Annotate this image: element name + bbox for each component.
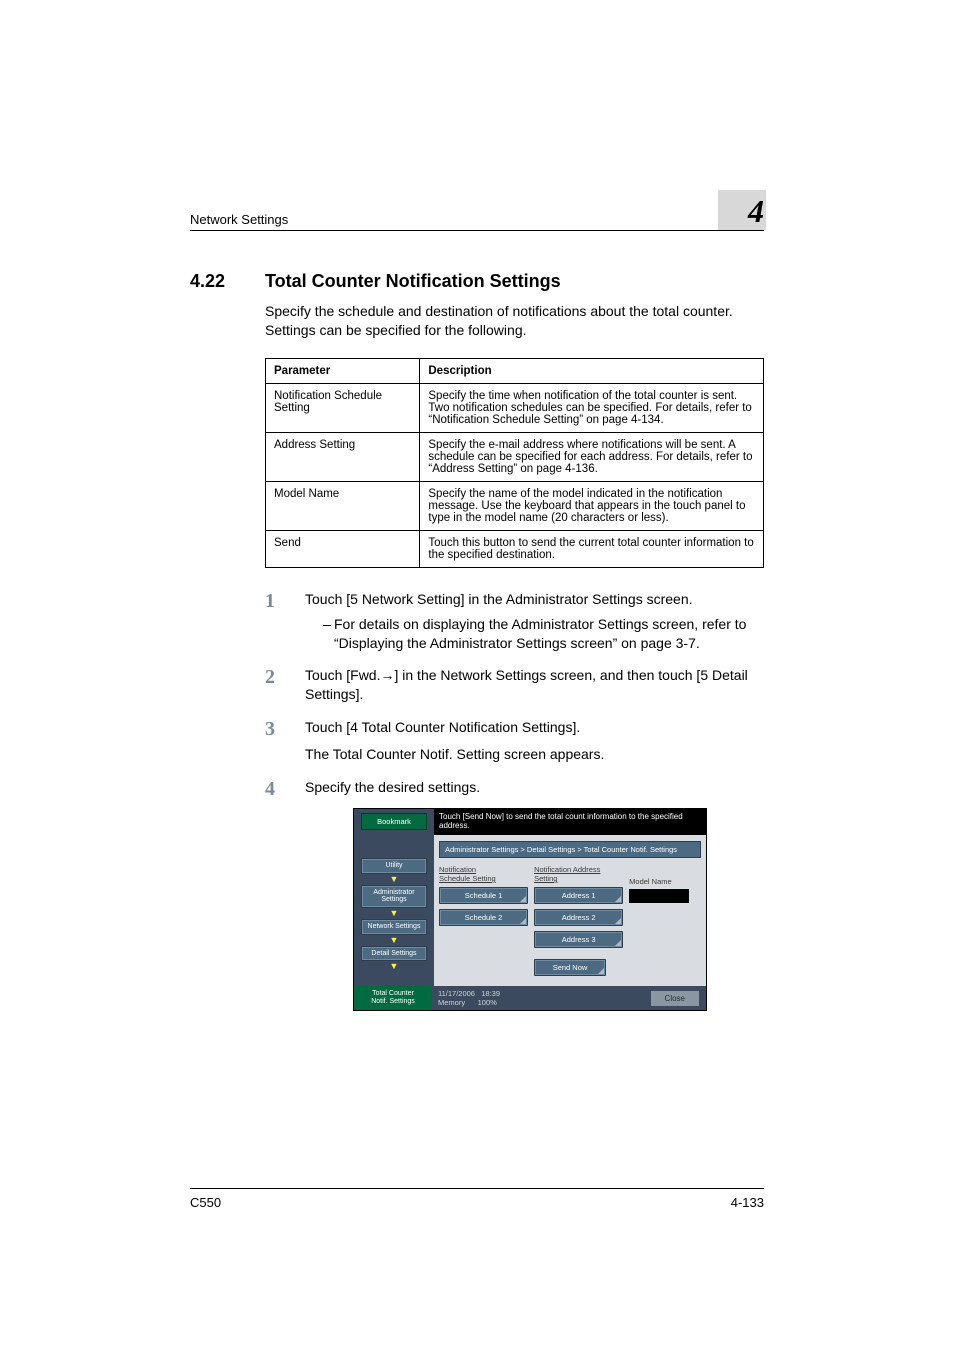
status-memory-label: Memory [438, 998, 465, 1007]
chapter-number-wrap: 4 [748, 195, 764, 227]
chevron-down-icon: ▼ [390, 936, 399, 945]
step-subtext: For details on displaying the Administra… [334, 615, 764, 653]
step-2: 2 Touch [Fwd.→] in the Network Settings … [265, 666, 764, 704]
footer-left: C550 [190, 1195, 221, 1210]
sidebar-item-detail-settings[interactable]: Detail Settings [361, 946, 427, 962]
address-3-button[interactable]: Address 3 [534, 931, 623, 948]
sidebar-item-utility[interactable]: Utility [361, 858, 427, 874]
table-row: SendTouch this button to send the curren… [266, 530, 764, 567]
sidebar: Bookmark Utility ▼ Administrator Setting… [354, 809, 434, 986]
sidebar-current-screen: Total Counter Notif. Settings [354, 986, 432, 1010]
step-result: The Total Counter Notif. Setting screen … [305, 745, 764, 764]
desc-cell: Specify the name of the model indicated … [420, 481, 764, 530]
footer-right: 4-133 [731, 1195, 764, 1210]
step-number: 1 [265, 590, 305, 653]
model-name-field[interactable] [629, 889, 689, 903]
schedule-1-button[interactable]: Schedule 1 [439, 887, 528, 904]
arrow-icon: → [380, 667, 394, 683]
step-subitem: – For details on displaying the Administ… [323, 615, 764, 653]
status-time: 18:39 [481, 989, 500, 998]
intro-paragraph: Specify the schedule and destination of … [265, 302, 764, 340]
table-row: Model NameSpecify the name of the model … [266, 481, 764, 530]
table-head-description: Description [420, 358, 764, 383]
address-1-button[interactable]: Address 1 [534, 887, 623, 904]
param-cell: Send [266, 530, 420, 567]
column-header-address: Notification AddressSetting [534, 865, 623, 883]
parameter-table: Parameter Description Notification Sched… [265, 358, 764, 568]
step-1: 1 Touch [5 Network Setting] in the Admin… [265, 590, 764, 653]
step-text-a: Touch [Fwd. [305, 667, 380, 683]
chapter-number: 4 [748, 195, 764, 227]
step-number: 4 [265, 778, 305, 800]
step-text: Specify the desired settings. [305, 778, 764, 800]
status-memory-value: 100% [478, 998, 497, 1007]
step-4: 4 Specify the desired settings. [265, 778, 764, 800]
step-number: 3 [265, 718, 305, 764]
step-text: Touch [5 Network Setting] in the Adminis… [305, 590, 764, 609]
desc-cell: Specify the e-mail address where notific… [420, 432, 764, 481]
desc-cell: Touch this button to send the current to… [420, 530, 764, 567]
schedule-2-button[interactable]: Schedule 2 [439, 909, 528, 926]
bookmark-button[interactable]: Bookmark [361, 813, 427, 830]
chevron-down-icon: ▼ [390, 875, 399, 884]
help-bar: Touch [Send Now] to send the total count… [434, 809, 706, 835]
close-button[interactable]: Close [650, 990, 700, 1007]
heading-number: 4.22 [190, 271, 265, 1011]
heading-title: Total Counter Notification Settings [265, 271, 764, 292]
step-text: Touch [4 Total Counter Notification Sett… [305, 718, 764, 737]
chevron-down-icon: ▼ [390, 909, 399, 918]
touch-panel-screenshot: Bookmark Utility ▼ Administrator Setting… [353, 808, 707, 1011]
breadcrumb: Administrator Settings > Detail Settings… [439, 841, 701, 858]
step-3: 3 Touch [4 Total Counter Notification Se… [265, 718, 764, 764]
address-2-button[interactable]: Address 2 [534, 909, 623, 926]
status-bar: 11/17/2006 18:39 Memory 100% [438, 989, 500, 1007]
sidebar-item-admin-settings[interactable]: Administrator Settings [361, 885, 427, 908]
table-head-parameter: Parameter [266, 358, 420, 383]
section-label: Network Settings [190, 212, 288, 227]
param-cell: Notification Schedule Setting [266, 383, 420, 432]
running-header: Network Settings 4 [190, 195, 764, 231]
page-footer: C550 4-133 [190, 1188, 764, 1210]
dash-icon: – [323, 615, 334, 653]
table-row: Notification Schedule SettingSpecify the… [266, 383, 764, 432]
send-now-button[interactable]: Send Now [534, 959, 606, 976]
model-name-label: Model Name [629, 877, 702, 886]
step-number: 2 [265, 666, 305, 704]
status-date: 11/17/2006 [438, 989, 475, 998]
param-cell: Model Name [266, 481, 420, 530]
column-header-schedule: NotificationSchedule Setting [439, 865, 528, 883]
chevron-down-icon: ▼ [390, 962, 399, 971]
desc-cell: Specify the time when notification of th… [420, 383, 764, 432]
table-row: Address SettingSpecify the e-mail addres… [266, 432, 764, 481]
param-cell: Address Setting [266, 432, 420, 481]
sidebar-item-network-settings[interactable]: Network Settings [361, 919, 427, 935]
